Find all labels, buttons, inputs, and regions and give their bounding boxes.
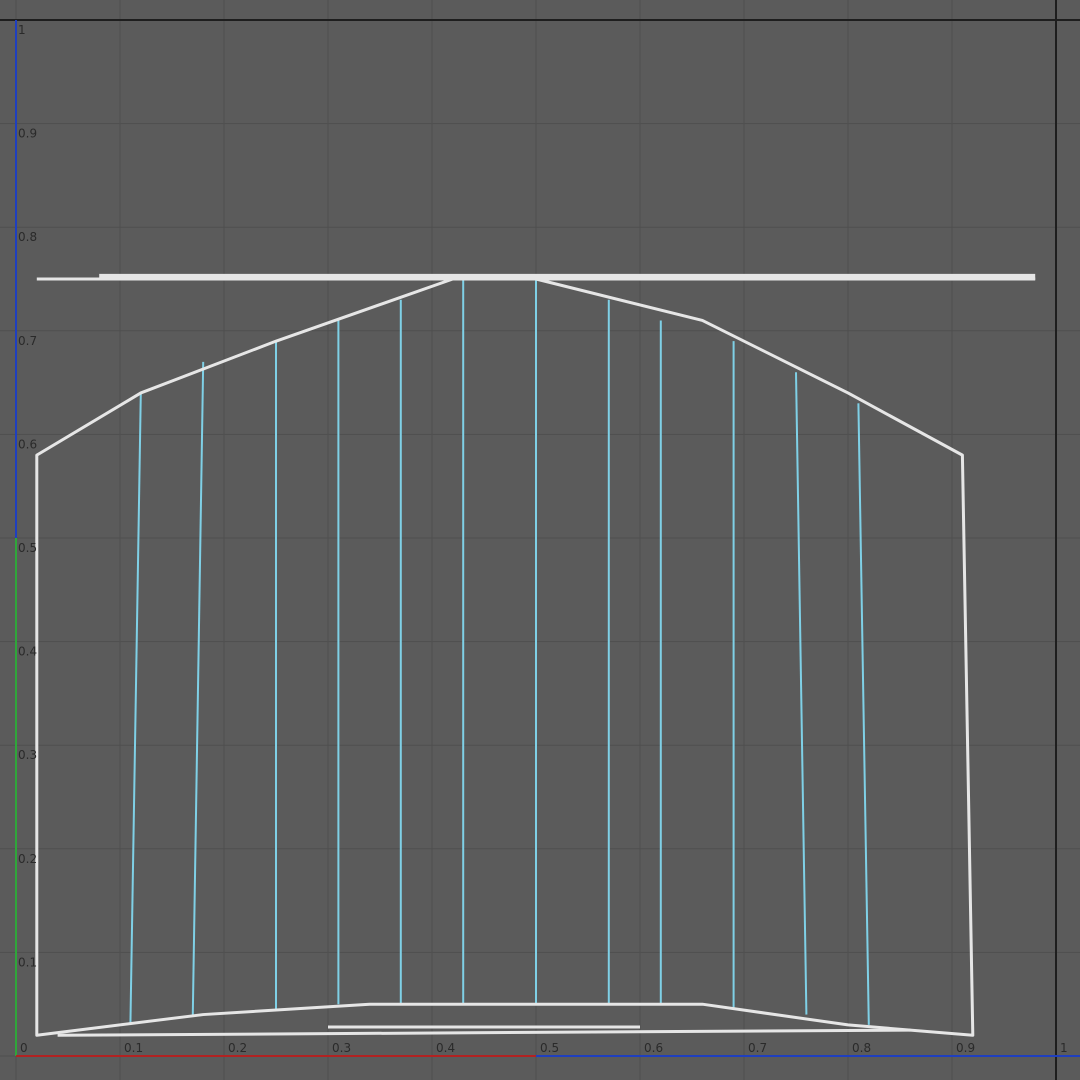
v-tick-label: 0.2 bbox=[18, 852, 37, 866]
u-tick-label: 0.8 bbox=[852, 1041, 871, 1055]
u-tick-label: 0.4 bbox=[436, 1041, 455, 1055]
u-tick-label: 0.7 bbox=[748, 1041, 767, 1055]
u-tick-label: 0 bbox=[20, 1041, 28, 1055]
v-tick-label: 1 bbox=[18, 23, 26, 37]
uv-grid bbox=[0, 0, 1080, 1080]
uv-seam-edge[interactable] bbox=[191, 361, 205, 1015]
uv-seam-edge[interactable] bbox=[129, 392, 142, 1025]
u-tick-label: 0.2 bbox=[228, 1041, 247, 1055]
v-tick-label: 0.9 bbox=[18, 127, 37, 141]
uv-shell-outline[interactable] bbox=[35, 277, 975, 1037]
uv-tick-labels: 0 0.1 0.2 0.3 0.4 0.5 0.6 0.7 0.8 0.9 1 1 0.9 0.8 0.7 0… bbox=[18, 23, 1068, 1055]
u-tick-label: 0.6 bbox=[644, 1041, 663, 1055]
uv-canvas[interactable]: 0 0.1 0.2 0.3 0.4 0.5 0.6 0.7 0.8 0.9 1 1 0.9 0.8 0.7 0… bbox=[0, 0, 1080, 1080]
uv-seam-edge[interactable] bbox=[857, 403, 870, 1025]
uv-shell[interactable] bbox=[35, 273, 1036, 1037]
v-tick-label: 0.3 bbox=[18, 748, 37, 762]
u-tick-label: 1 bbox=[1060, 1041, 1068, 1055]
uv-axes bbox=[0, 0, 1080, 1080]
uv-strip-bottom[interactable] bbox=[57, 1028, 911, 1037]
v-tick-label: 0.1 bbox=[18, 955, 37, 969]
v-tick-label: 0.6 bbox=[18, 437, 37, 451]
v-tick-label: 0.7 bbox=[18, 334, 37, 348]
v-tick-label: 0.8 bbox=[18, 230, 37, 244]
u-tick-label: 0.1 bbox=[124, 1041, 143, 1055]
v-tick-label: 0.5 bbox=[18, 541, 37, 555]
uv-editor-viewport[interactable]: 0 0.1 0.2 0.3 0.4 0.5 0.6 0.7 0.8 0.9 1 1 0.9 0.8 0.7 0… bbox=[0, 0, 1080, 1080]
u-tick-label: 0.9 bbox=[956, 1041, 975, 1055]
u-tick-label: 0.3 bbox=[332, 1041, 351, 1055]
u-tick-label: 0.5 bbox=[540, 1041, 559, 1055]
v-tick-label: 0.4 bbox=[18, 645, 37, 659]
uv-seam-edge[interactable] bbox=[795, 372, 808, 1015]
